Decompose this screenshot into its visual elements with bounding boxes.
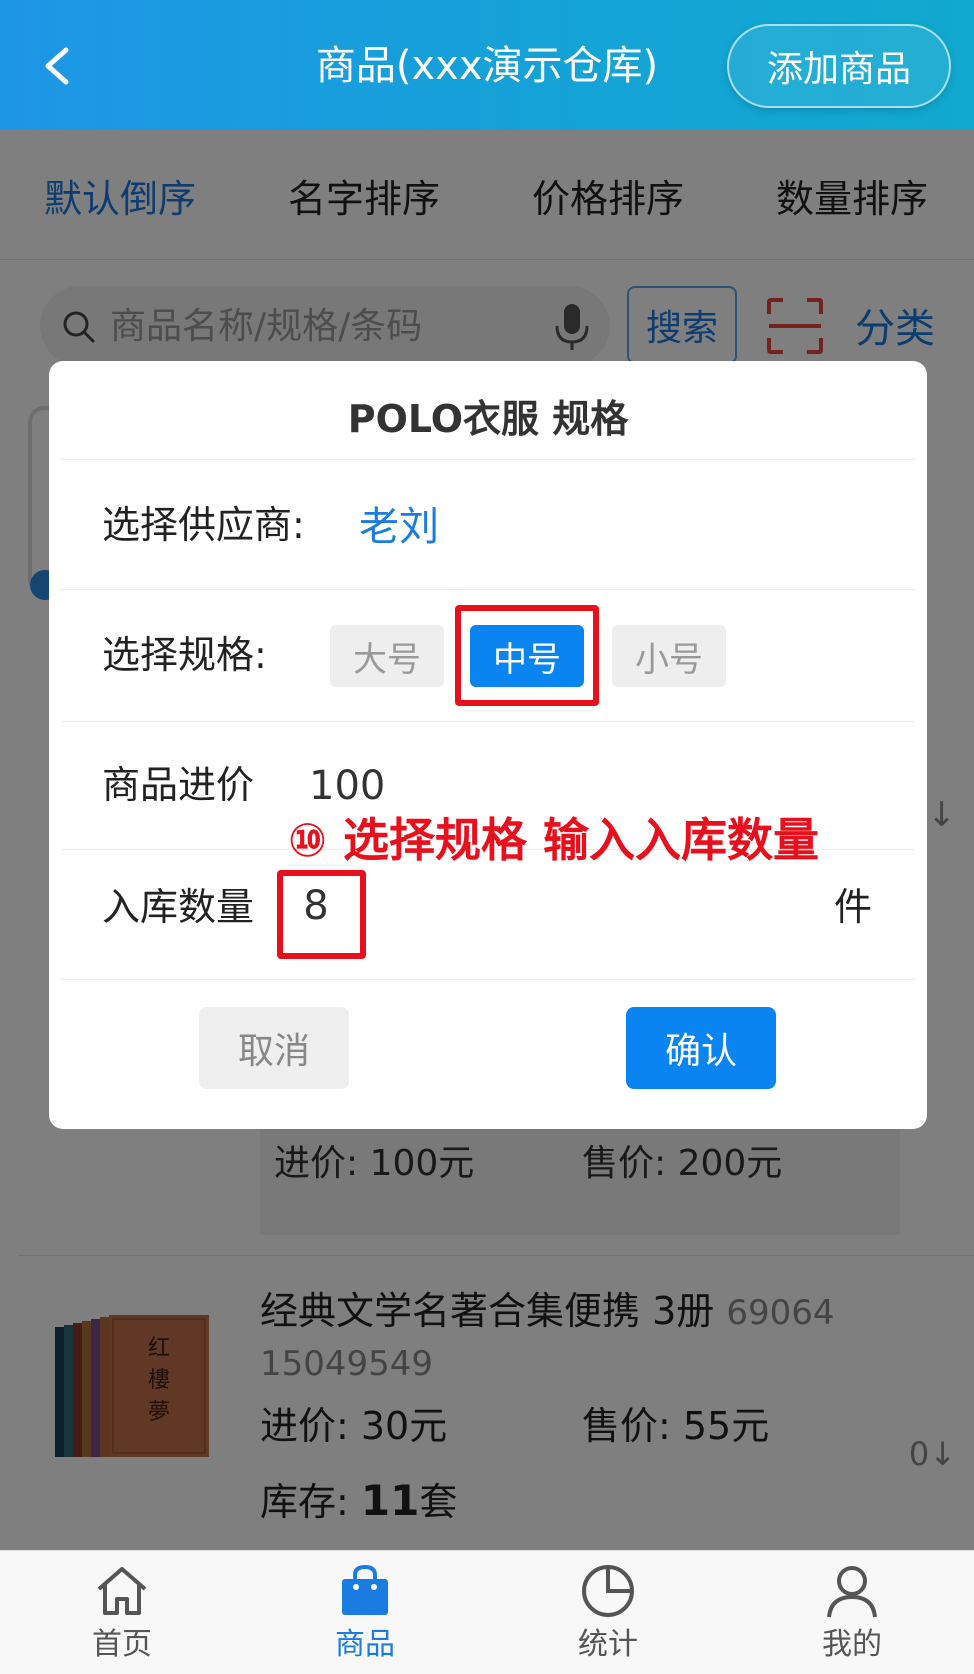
annotation-text: ⑩ 选择规格 输入入库数量 bbox=[288, 813, 819, 867]
nav-products[interactable]: 商品 bbox=[305, 1561, 425, 1665]
highlight-box bbox=[455, 605, 599, 706]
bottom-nav: 首页 商品 统计 我的 bbox=[0, 1550, 974, 1674]
supplier-label: 选择供应商: bbox=[102, 503, 305, 547]
nav-statistics-label: 统计 bbox=[578, 1627, 638, 1662]
quantity-label: 入库数量 bbox=[102, 885, 255, 929]
cancel-button[interactable]: 取消 bbox=[199, 1007, 349, 1089]
app-header: 商品(xxx演示仓库) 添加商品 bbox=[0, 0, 974, 130]
spec-option-small[interactable]: 小号 bbox=[612, 625, 726, 687]
nav-home[interactable]: 首页 bbox=[62, 1561, 182, 1665]
home-icon bbox=[97, 1567, 147, 1615]
divider bbox=[61, 589, 915, 590]
dialog-title: POLO衣服 规格 bbox=[347, 397, 629, 441]
spec-dialog: POLO衣服 规格 选择供应商: 老刘 选择规格: 大号 中号 小号 商品进价 … bbox=[49, 361, 927, 1129]
spec-label: 选择规格: bbox=[102, 633, 267, 677]
purchase-price-label: 商品进价 bbox=[102, 763, 255, 807]
nav-products-label: 商品 bbox=[335, 1627, 395, 1662]
quantity-unit: 件 bbox=[834, 885, 873, 929]
add-product-button[interactable]: 添加商品 bbox=[727, 24, 951, 108]
pie-chart-icon bbox=[582, 1565, 634, 1617]
nav-statistics[interactable]: 统计 bbox=[548, 1561, 668, 1665]
nav-home-label: 首页 bbox=[92, 1627, 152, 1662]
spec-option-large[interactable]: 大号 bbox=[330, 625, 444, 687]
user-icon bbox=[827, 1566, 877, 1618]
divider bbox=[61, 459, 915, 460]
purchase-price-value: 100 bbox=[309, 763, 386, 809]
supplier-value[interactable]: 老刘 bbox=[359, 499, 439, 555]
divider bbox=[61, 979, 915, 980]
highlight-box bbox=[277, 870, 366, 959]
shopping-bag-icon bbox=[342, 1564, 388, 1615]
nav-profile-label: 我的 bbox=[822, 1627, 882, 1662]
nav-profile[interactable]: 我的 bbox=[792, 1561, 912, 1665]
confirm-button[interactable]: 确认 bbox=[626, 1007, 776, 1089]
divider bbox=[61, 721, 915, 722]
